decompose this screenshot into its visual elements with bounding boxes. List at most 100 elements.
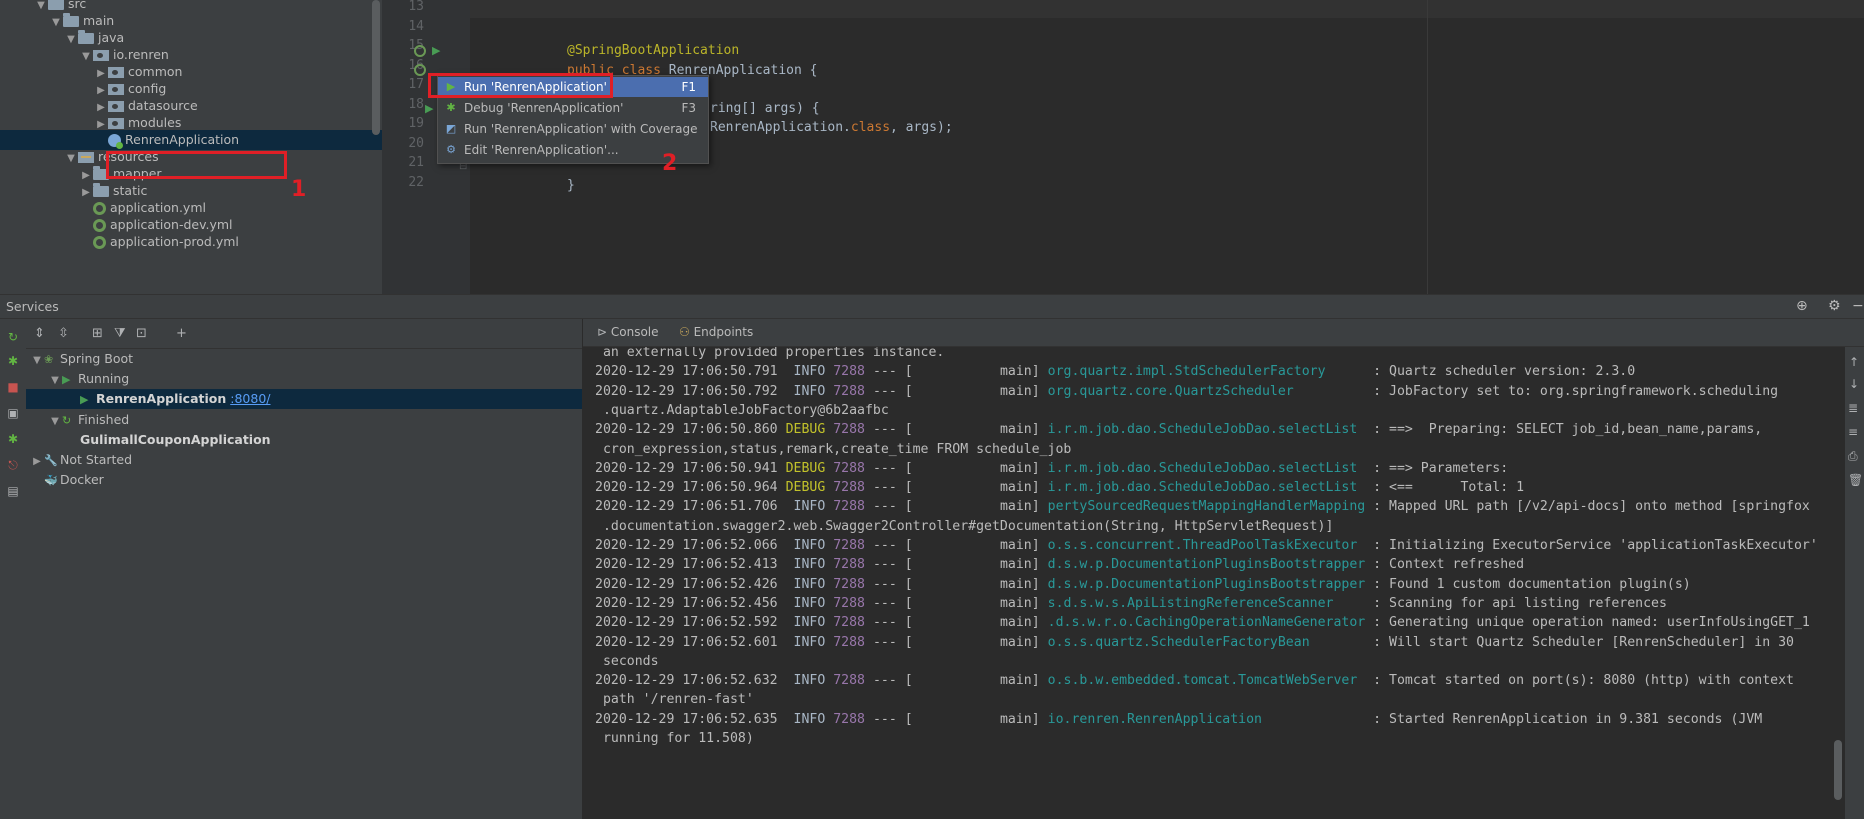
console-line: path '/renren-fast' xyxy=(595,692,754,707)
log-logger[interactable]: io.renren.RenrenApplication xyxy=(1048,712,1366,727)
log-thread: --- [ main] xyxy=(865,364,1048,380)
exit-icon[interactable]: ⎋ xyxy=(6,458,20,472)
highlight-box-1 xyxy=(106,151,287,179)
log-logger[interactable]: i.r.m.job.dao.ScheduleJobDao.selectList xyxy=(1048,461,1366,476)
rerun-icon[interactable]: ↻ xyxy=(6,330,20,344)
line-number: 18 xyxy=(408,96,424,112)
tree-item-label: RenrenApplication xyxy=(125,132,240,147)
log-timestamp: 2020-12-29 17:06:52.426 xyxy=(595,576,778,592)
log-logger[interactable]: o.s.s.concurrent.ThreadPoolTaskExecutor xyxy=(1048,538,1366,553)
target-icon[interactable]: ⊕ xyxy=(1796,298,1808,314)
tree-arrow-icon[interactable]: ▼ xyxy=(48,412,62,432)
log-level: INFO xyxy=(793,673,826,689)
log-logger[interactable]: i.r.m.job.dao.ScheduleJobDao.selectList xyxy=(1048,480,1366,495)
group-by-icon[interactable]: ⊞ xyxy=(92,326,103,341)
log-logger[interactable]: s.d.s.w.s.ApiListingReferenceScanner xyxy=(1048,596,1366,611)
menu-item-label: Edit 'RenrenApplication'... xyxy=(464,143,619,157)
service-item-renrenapplication[interactable]: ▶ RenrenApplication :8080/ xyxy=(26,389,582,410)
console-line: 2020-12-29 17:06:52.413 INFO 7288 --- [ … xyxy=(595,557,1524,572)
run-main-gutter-icon[interactable]: ▶ xyxy=(425,102,433,115)
minimize-icon[interactable]: − xyxy=(1852,298,1864,314)
spring-bean-gutter-icon-2[interactable] xyxy=(414,64,426,76)
tree-item-label: src xyxy=(68,0,87,11)
service-label: Spring Boot xyxy=(60,351,134,366)
log-logger[interactable]: o.s.s.quartz.SchedulerFactoryBean xyxy=(1048,635,1366,650)
scroll-down-icon[interactable]: ↓ xyxy=(1849,377,1859,391)
console-scrollbar[interactable] xyxy=(1834,740,1842,800)
debug-icon[interactable]: ✱ xyxy=(6,354,20,368)
tree-arrow-icon[interactable]: ▼ xyxy=(48,371,62,391)
gear-icon[interactable]: ⚙ xyxy=(1828,298,1841,314)
service-item-running[interactable]: ▼ ▶ Running xyxy=(26,369,582,389)
debug-icon: ✱ xyxy=(446,101,456,114)
services-tree[interactable]: ▼ ❀ Spring Boot ▼ ▶ Running ▶ RenrenApplication… xyxy=(26,349,582,819)
tab-console[interactable]: ⊳ Console xyxy=(597,325,659,339)
log-timestamp: 2020-12-29 17:06:50.860 xyxy=(595,422,778,438)
tree-item-label: modules xyxy=(128,115,182,130)
log-logger[interactable]: org.quartz.core.QuartzScheduler xyxy=(1048,384,1366,399)
log-level: INFO xyxy=(793,634,826,650)
log-logger[interactable]: d.s.w.p.DocumentationPluginsBootstrapper xyxy=(1048,577,1366,592)
log-logger[interactable]: .d.s.w.r.o.CachingOperationNameGenerator xyxy=(1048,615,1366,630)
console-line: 2020-12-29 17:06:52.632 INFO 7288 --- [ … xyxy=(595,673,1794,688)
console-line: 2020-12-29 17:06:51.706 INFO 7288 --- [ … xyxy=(595,499,1810,514)
settings-run-icon[interactable]: ✱ xyxy=(6,432,20,446)
menu-item-shortcut: F3 xyxy=(681,101,696,115)
collapse-all-icon[interactable]: ⇳ xyxy=(58,326,69,341)
scroll-end-icon[interactable]: ≡ xyxy=(1848,425,1858,439)
tree-item-label: static xyxy=(113,183,148,198)
log-timestamp: 2020-12-29 17:06:52.635 xyxy=(595,711,778,727)
service-item-gulimallcouponapplication[interactable]: GulimallCouponApplication xyxy=(26,430,582,450)
project-tree[interactable]: ▼ src ▼ main ▼ java ▼ io.renren ▶ common ▶ config ▶ d… xyxy=(0,0,382,294)
service-item-spring-boot[interactable]: ▼ ❀ Spring Boot xyxy=(26,349,582,369)
tab-endpoints[interactable]: ⚇ Endpoints xyxy=(679,325,753,339)
new-tab-icon[interactable]: ⊡ xyxy=(136,326,147,341)
port-link[interactable]: :8080/ xyxy=(230,391,270,406)
trash-icon[interactable]: 🗑 xyxy=(1848,473,1863,487)
log-message: : Scanning for api listing references xyxy=(1365,595,1667,611)
log-level: INFO xyxy=(793,557,826,573)
expand-all-icon[interactable]: ⇕ xyxy=(34,326,45,341)
log-logger[interactable]: org.quartz.impl.StdSchedulerFactory xyxy=(1048,364,1366,379)
filter-icon[interactable]: ⧩ xyxy=(114,326,126,341)
log-level: DEBUG xyxy=(785,422,826,438)
folder-icon xyxy=(48,0,64,10)
menu-item-coverage[interactable]: ◩ Run 'RenrenApplication' with Coverage xyxy=(438,119,708,139)
log-logger[interactable]: d.s.w.p.DocumentationPluginsBootstrapper xyxy=(1048,557,1366,572)
menu-item-debug[interactable]: ✱ Debug 'RenrenApplication' F3 xyxy=(438,98,708,118)
service-item-docker[interactable]: 🐳 Docker xyxy=(26,470,582,490)
tree-arrow-icon[interactable]: ▶ xyxy=(30,452,44,472)
tree-scrollbar[interactable] xyxy=(372,0,380,135)
add-service-icon[interactable]: + xyxy=(176,326,187,341)
stop-icon[interactable]: ■ xyxy=(6,380,20,394)
log-message: : Tomcat started on port(s): 8080 (http)… xyxy=(1365,673,1794,689)
package-icon xyxy=(108,67,124,78)
menu-item-label: Run 'RenrenApplication' with Coverage xyxy=(464,122,698,136)
scroll-up-icon[interactable]: ↑ xyxy=(1849,355,1859,369)
service-item-not-started[interactable]: ▶ 🔧 Not Started xyxy=(26,450,582,470)
console-line: an externally provided properties instan… xyxy=(595,347,944,360)
layout-icon[interactable]: ▤ xyxy=(6,484,20,498)
print-icon[interactable]: ⎙ xyxy=(1848,449,1858,464)
code-line-15: @SpringBootApplication xyxy=(567,43,740,58)
spring-bean-gutter-icon[interactable] xyxy=(414,45,426,57)
log-thread: --- [ main] xyxy=(865,673,1048,689)
soft-wrap-icon[interactable]: ≣ xyxy=(1848,401,1858,415)
log-logger[interactable]: o.s.b.w.embedded.tomcat.TomcatWebServer xyxy=(1048,673,1366,688)
run-gutter-icon[interactable]: ▶ xyxy=(432,44,440,57)
console-line: .quartz.AdaptableJobFactory@6b2aafbc xyxy=(595,403,889,418)
log-pid: 7288 xyxy=(833,673,865,689)
log-message: : Found 1 custom documentation plugin(s) xyxy=(1365,576,1691,592)
log-message: : Context refreshed xyxy=(1365,557,1525,573)
tree-item-application-prod-yml[interactable]: application-prod.yml xyxy=(0,232,382,252)
tree-arrow-icon[interactable]: ▼ xyxy=(30,351,44,371)
log-logger[interactable]: pertySourcedRequestMappingHandlerMapping xyxy=(1048,499,1366,514)
log-pid: 7288 xyxy=(833,595,865,611)
log-logger[interactable]: i.r.m.job.dao.ScheduleJobDao.selectList xyxy=(1048,422,1366,437)
log-thread: --- [ main] xyxy=(865,460,1048,476)
folder-icon xyxy=(63,13,79,27)
camera-icon[interactable]: ▣ xyxy=(6,406,20,420)
service-item-finished[interactable]: ▼ ↻ Finished xyxy=(26,410,582,430)
console-output[interactable]: an externally provided properties instan… xyxy=(583,347,1845,819)
console-line: running for 11.508) xyxy=(595,731,754,746)
